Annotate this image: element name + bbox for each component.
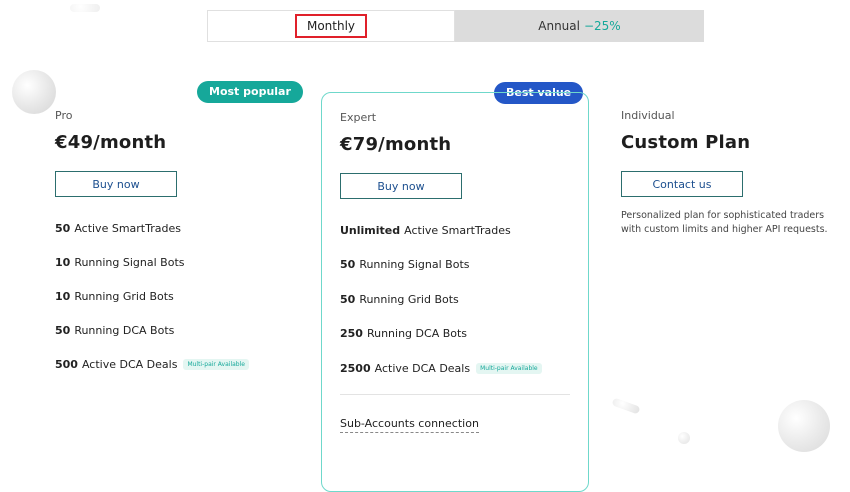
coin-decoration bbox=[70, 4, 100, 12]
feature-text: Active DCA Deals bbox=[81, 357, 178, 371]
feature-text: Running Signal Bots bbox=[74, 255, 185, 269]
feature-count: 50 bbox=[340, 258, 356, 272]
feature-count: 10 bbox=[55, 255, 71, 269]
coin-decoration bbox=[12, 70, 56, 114]
feature-item: 50 Running DCA Bots bbox=[55, 313, 285, 347]
contact-us-button[interactable]: Contact us bbox=[621, 171, 743, 197]
feature-item: 500 Active DCA Deals Multi-pair Available bbox=[55, 347, 285, 381]
billing-toggle: Monthly Annual −25% bbox=[207, 10, 704, 42]
feature-text: Running Grid Bots bbox=[359, 292, 459, 306]
annual-label: Annual bbox=[538, 19, 580, 33]
plan-price: Custom Plan bbox=[621, 132, 751, 153]
buy-now-button[interactable]: Buy now bbox=[340, 173, 462, 199]
feature-count: 50 bbox=[55, 221, 71, 235]
monthly-label: Monthly bbox=[294, 14, 368, 38]
feature-text: Active SmartTrades bbox=[404, 223, 511, 237]
feature-item: 10 Running Grid Bots bbox=[55, 279, 285, 313]
divider bbox=[340, 393, 570, 395]
plan-expert: Expert €79/month Buy now Unlimited Active… bbox=[321, 92, 589, 492]
feature-text: Running DCA Bots bbox=[74, 323, 175, 337]
feature-count: Unlimited bbox=[340, 223, 401, 237]
feature-count: 50 bbox=[340, 292, 356, 306]
feature-count: 250 bbox=[340, 327, 363, 341]
coin-decoration bbox=[611, 397, 641, 415]
feature-item: 50 Active SmartTrades bbox=[55, 211, 285, 245]
feature-count: 500 bbox=[55, 357, 78, 371]
plan-name: Individual bbox=[621, 109, 675, 122]
plan-name: Expert bbox=[340, 111, 377, 124]
coin-decoration bbox=[778, 400, 830, 452]
annual-discount: −25% bbox=[583, 19, 621, 33]
feature-text: Running DCA Bots bbox=[366, 327, 468, 341]
monthly-option[interactable]: Monthly bbox=[207, 10, 455, 42]
feature-text: Active DCA Deals bbox=[374, 361, 471, 375]
plan-name: Pro bbox=[55, 109, 73, 122]
feature-text: Running Signal Bots bbox=[359, 258, 470, 272]
feature-item: 50 Running Signal Bots bbox=[340, 248, 570, 283]
feature-item: 10 Running Signal Bots bbox=[55, 245, 285, 279]
annual-option[interactable]: Annual −25% bbox=[455, 10, 704, 42]
feature-text: Running Grid Bots bbox=[74, 289, 174, 303]
feature-count: 50 bbox=[55, 323, 71, 337]
buy-now-button[interactable]: Buy now bbox=[55, 171, 177, 197]
multi-pair-tag: Multi-pair Available bbox=[183, 358, 249, 370]
feature-count: 10 bbox=[55, 289, 71, 303]
feature-count: 2500 bbox=[340, 361, 371, 375]
plan-individual: Individual Custom Plan Contact us Person… bbox=[621, 92, 846, 237]
feature-list: Unlimited Active SmartTrades 50 Running Si… bbox=[340, 213, 570, 386]
plan-pro: Pro €49/month Buy now 50 Active SmartTrad… bbox=[55, 92, 285, 381]
feature-item: 250 Running DCA Bots bbox=[340, 317, 570, 352]
multi-pair-tag: Multi-pair Available bbox=[476, 362, 542, 374]
feature-item: Unlimited Active SmartTrades bbox=[340, 213, 570, 248]
feature-list: 50 Active SmartTrades 10 Running Signal Bo… bbox=[55, 211, 285, 381]
feature-item: 2500 Active DCA Deals Multi-pair Available bbox=[340, 351, 570, 386]
feature-item: 50 Running Grid Bots bbox=[340, 282, 570, 317]
feature-text: Active SmartTrades bbox=[74, 221, 181, 235]
plan-price: €79/month bbox=[340, 134, 452, 155]
sub-accounts-link[interactable]: Sub-Accounts connection bbox=[340, 417, 479, 433]
plan-description: Personalized plan for sophisticated trad… bbox=[621, 210, 828, 235]
plan-price: €49/month bbox=[55, 132, 167, 153]
coin-decoration bbox=[678, 432, 690, 444]
